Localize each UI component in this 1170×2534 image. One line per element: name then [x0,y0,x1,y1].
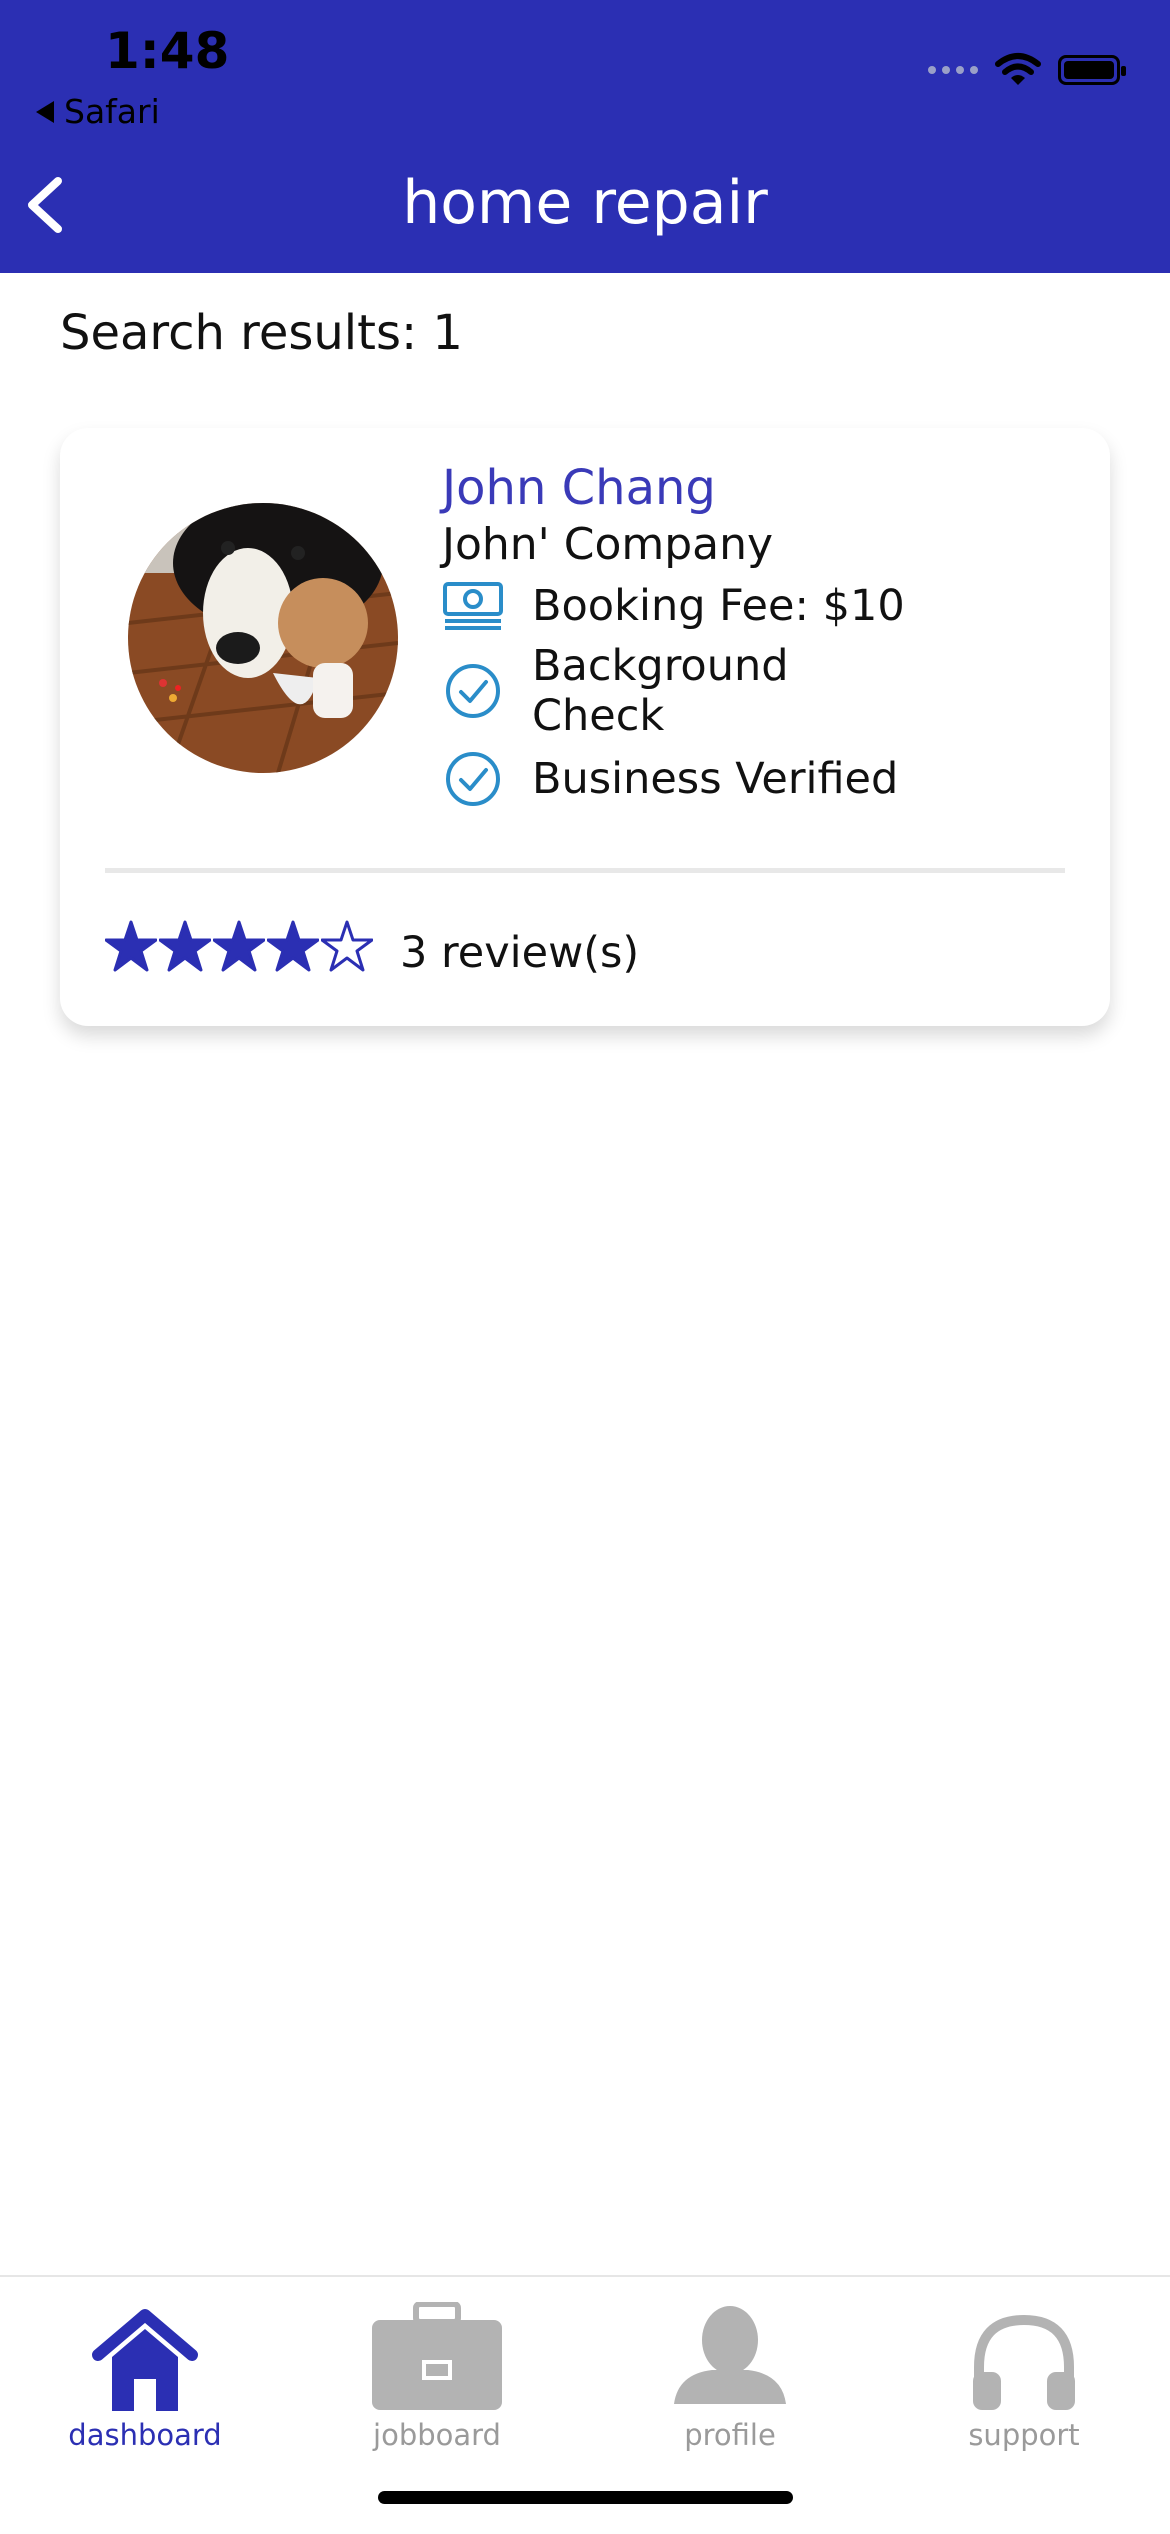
background-check-label: Background Check [532,641,789,741]
booking-fee-label: Booking Fee: $10 [532,581,905,631]
cellular-signal-icon [928,66,978,74]
tab-support[interactable]: support [914,2297,1134,2452]
back-app-label: Safari [64,92,160,131]
tab-jobboard-label: jobboard [373,2418,501,2452]
background-check-row: Background Check [442,641,852,741]
tab-profile-label: profile [684,2418,776,2452]
tab-jobboard[interactable]: jobboard [327,2297,547,2452]
booking-fee-row: Booking Fee: $10 [442,575,905,637]
page-title: home repair [402,168,768,238]
card-divider [105,868,1065,873]
search-results-count: Search results: 1 [60,305,463,361]
tab-dashboard[interactable]: dashboard [35,2297,255,2452]
header-bar: 1:48 Safari home repair [0,0,1170,273]
tab-dashboard-label: dashboard [68,2418,222,2452]
wifi-icon [995,53,1041,85]
back-to-safari[interactable]: Safari [36,92,160,131]
tab-profile[interactable]: profile [620,2297,840,2452]
status-icons [928,52,1126,88]
battery-icon [1058,55,1126,85]
home-icon [92,2309,198,2411]
check-circle-icon [442,748,504,810]
rating-stars [105,920,373,972]
star-filled-icon [159,920,211,972]
tab-support-label: support [968,2418,1080,2452]
back-arrow-icon [36,100,54,123]
check-circle-icon [442,660,504,722]
money-icon [442,575,504,637]
provider-name[interactable]: John Chang [442,460,716,516]
company-name: John' Company [442,519,774,570]
briefcase-icon [372,2302,502,2410]
business-verified-label: Business Verified [532,754,899,804]
provider-card[interactable]: John Chang John' Company Booking Fee: $1… [60,428,1110,1026]
person-icon [674,2306,786,2404]
provider-avatar [128,503,398,773]
star-filled-icon [105,920,157,972]
business-verified-row: Business Verified [442,748,898,810]
status-time: 1:48 [105,22,230,80]
star-empty-icon [321,920,373,972]
star-filled-icon [213,920,265,972]
home-indicator [378,2491,793,2504]
headphones-icon [973,2314,1075,2410]
star-filled-icon [267,920,319,972]
review-count[interactable]: 3 review(s) [400,928,639,978]
